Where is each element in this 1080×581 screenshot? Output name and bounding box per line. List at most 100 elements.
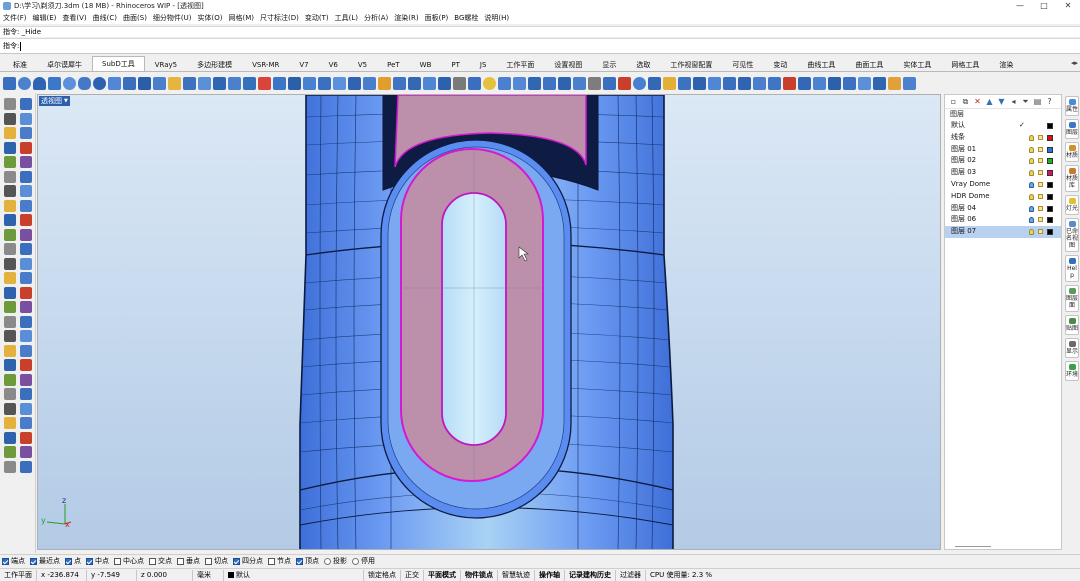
rectangle-tool-icon[interactable] [20, 141, 32, 154]
subd-repair-icon[interactable] [543, 76, 556, 90]
subd-to-nurbs-icon[interactable] [423, 76, 436, 90]
visibility-bulb-icon[interactable] [1029, 170, 1034, 177]
layer-row[interactable]: 图层 06 [945, 214, 1061, 226]
layer-tools-icon[interactable]: ▤ [1033, 97, 1042, 106]
new-layer-icon[interactable]: ▫ [949, 97, 958, 106]
tab-transform[interactable]: 变动 [763, 58, 797, 71]
status-planar[interactable]: 平面模式 [424, 569, 461, 581]
subd-sphere-icon[interactable] [18, 76, 31, 90]
osnap-option[interactable]: 停用 [352, 556, 375, 566]
polygon-tool-icon[interactable] [4, 156, 16, 168]
tab-pet[interactable]: PeT [377, 58, 410, 71]
visibility-bulb-icon[interactable] [1029, 229, 1034, 236]
current-layer-check-icon[interactable]: ✓ [1019, 120, 1025, 132]
menu-transform[interactable]: 变动(T) [305, 13, 329, 23]
subd-inset-icon[interactable] [243, 76, 256, 90]
osnap-option[interactable]: 交点 [149, 556, 172, 566]
menu-view[interactable]: 查看(V) [62, 13, 86, 23]
select-tool-icon[interactable] [4, 98, 16, 110]
layer-row[interactable]: 线条 [945, 132, 1061, 144]
layer-row[interactable]: 图层 01 [945, 144, 1061, 156]
layer-row[interactable]: Vray Dome [945, 179, 1061, 191]
osnap-option[interactable]: 切点 [205, 556, 228, 566]
side-tab[interactable]: 材质 [1065, 142, 1079, 162]
subd-stitch-icon[interactable] [303, 76, 316, 90]
lock-icon[interactable] [1038, 170, 1043, 176]
subd-taper-icon[interactable] [693, 76, 706, 90]
checkbox[interactable] [205, 557, 212, 565]
boolean-union-tool-icon[interactable] [4, 272, 16, 284]
subd-morph-icon[interactable] [738, 76, 751, 90]
lock-icon[interactable] [1038, 193, 1043, 199]
status-gumball[interactable]: 操作轴 [535, 569, 565, 581]
subd-split-icon[interactable] [873, 76, 886, 90]
curvature-tool-icon[interactable] [20, 417, 32, 429]
subd-display-icon[interactable] [453, 76, 466, 90]
subd-slide-icon[interactable] [348, 76, 361, 90]
tab-poly-modeling[interactable]: 多边形建模 [187, 58, 242, 71]
join-tool-icon[interactable] [4, 359, 16, 371]
tab-v5[interactable]: V5 [348, 58, 377, 71]
menu-subd[interactable]: 细分物件(U) [153, 13, 192, 23]
layer-row[interactable]: 图层 04 [945, 203, 1061, 215]
menu-panels[interactable]: 面板(P) [425, 13, 449, 23]
subd-select-ring-icon[interactable] [483, 76, 496, 90]
lock-icon[interactable] [1038, 158, 1043, 164]
arc-tool-icon[interactable] [20, 127, 32, 139]
material-tool-icon[interactable] [20, 431, 32, 444]
subd-smash-icon[interactable] [768, 76, 781, 90]
osnap-option[interactable]: 最近点 [30, 556, 60, 566]
box-tool-icon[interactable] [4, 243, 16, 255]
point-tool-icon[interactable] [20, 98, 32, 110]
surface-tool-icon[interactable] [4, 199, 16, 212]
subd-extract-icon[interactable] [603, 76, 616, 90]
polyline-tool-icon[interactable] [4, 112, 16, 125]
status-cplane[interactable]: 工作平面 [0, 569, 37, 581]
layer-color-swatch[interactable] [1047, 193, 1053, 200]
visibility-bulb-icon[interactable] [1029, 134, 1034, 141]
subd-append-icon[interactable] [378, 76, 391, 90]
side-tab[interactable]: 材质库 [1065, 165, 1079, 192]
subd-delete-icon[interactable] [618, 76, 631, 90]
minimize-button[interactable]: — [1008, 0, 1032, 12]
subd-pipe-icon[interactable] [153, 76, 166, 90]
new-sublayer-icon[interactable]: ⧉ [961, 97, 970, 107]
osnap-option[interactable]: 投影 [324, 556, 347, 566]
subd-patch-icon[interactable] [828, 76, 841, 90]
subd-from-mesh-icon[interactable] [438, 76, 451, 90]
menu-file[interactable]: 文件(F) [3, 13, 27, 23]
layer-row[interactable]: HDR Dome [945, 191, 1061, 203]
tab-render[interactable]: 渲染 [989, 58, 1023, 71]
side-tab[interactable]: Help [1065, 255, 1079, 282]
tab-js[interactable]: JS [470, 58, 497, 71]
subd-sweep-icon[interactable] [138, 76, 151, 90]
text-tool-icon[interactable] [20, 402, 32, 415]
radio-button[interactable] [352, 557, 359, 565]
scale-tool-icon[interactable] [20, 330, 32, 342]
tab-pt[interactable]: PT [441, 58, 470, 71]
checkbox[interactable] [114, 557, 121, 565]
menu-tools[interactable]: 工具(L) [335, 13, 358, 23]
subd-insert-edge-icon[interactable] [333, 76, 346, 90]
checkbox[interactable] [65, 557, 72, 565]
checkbox[interactable] [296, 557, 303, 565]
osnap-option[interactable]: 端点 [2, 556, 25, 566]
osnap-option[interactable]: 垂点 [177, 556, 200, 566]
checkbox[interactable] [86, 557, 93, 565]
subd-reflect-icon[interactable] [558, 76, 571, 90]
circle-tool-icon[interactable] [4, 127, 16, 139]
model-canvas[interactable] [38, 95, 941, 550]
layer-color-swatch[interactable] [1047, 181, 1053, 188]
render-tool-icon[interactable] [4, 431, 16, 444]
layer-color-swatch[interactable] [1047, 134, 1053, 141]
side-tab[interactable]: 灯光 [1065, 195, 1079, 215]
subd-torus-icon[interactable] [78, 76, 91, 90]
menu-bg-bolt[interactable]: BG螺栓 [454, 13, 478, 23]
viewport-label[interactable]: 透视图 ▼ [39, 96, 70, 106]
layer-color-swatch[interactable] [1047, 158, 1053, 165]
tab-zhuoer[interactable]: 卓尔谟犀牛 [37, 58, 92, 71]
move-up-icon[interactable]: ▲ [985, 97, 994, 106]
mesh-box-tool-icon[interactable] [20, 301, 32, 313]
layer-row[interactable]: 图层 07 [945, 226, 1061, 238]
osnap-option[interactable]: 节点 [268, 556, 291, 566]
